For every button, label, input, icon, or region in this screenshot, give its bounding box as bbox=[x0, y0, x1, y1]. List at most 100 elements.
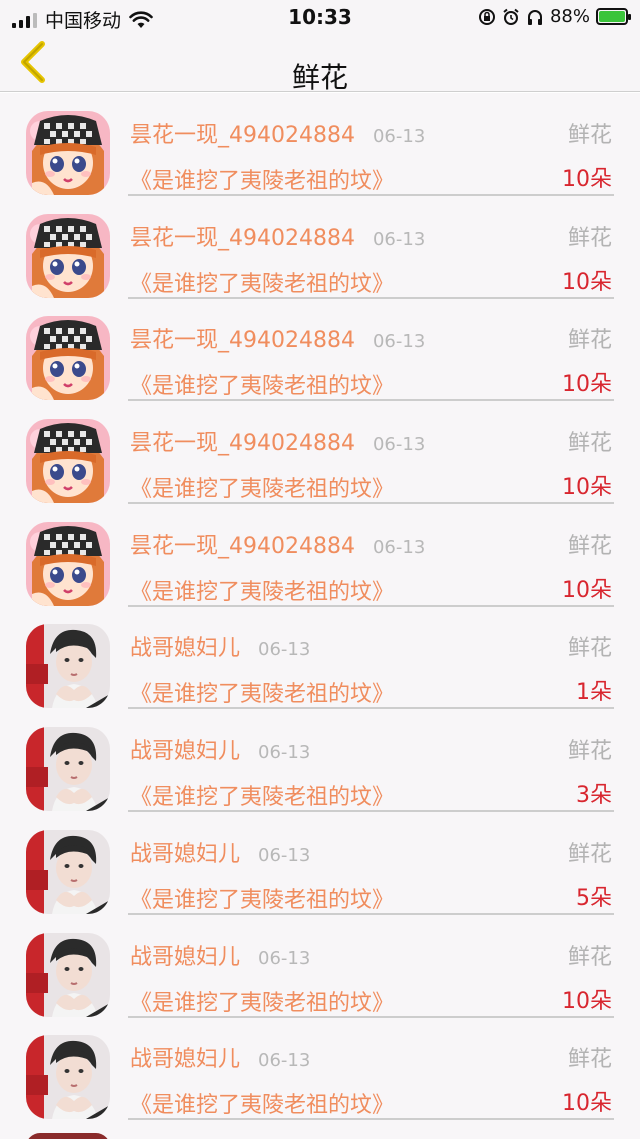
avatar[interactable] bbox=[26, 1035, 110, 1120]
book-title[interactable]: 《是谁挖了夷陵老祖的坟》 bbox=[130, 368, 394, 400]
gift-count: 10朵 bbox=[562, 988, 612, 1014]
gift-type: 鲜花 bbox=[567, 1047, 612, 1073]
gift-count: 3朵 bbox=[576, 783, 612, 809]
headphones-icon bbox=[527, 9, 542, 25]
avatar[interactable] bbox=[26, 624, 110, 709]
gift-type: 鲜花 bbox=[567, 123, 612, 148]
book-title[interactable]: 《是谁挖了夷陵老祖的坟》 bbox=[130, 985, 394, 1017]
photo-man-avatar-image bbox=[26, 624, 110, 709]
sender-name-text: 昙花一现_494024884 bbox=[130, 328, 355, 354]
gift-date: 06-13 bbox=[258, 947, 311, 969]
sender-name: 昙花一现_494024884 06-13 bbox=[130, 322, 425, 354]
photo-man-avatar-image bbox=[26, 727, 110, 812]
gift-type: 鲜花 bbox=[567, 328, 612, 354]
sender-name: 战哥媳妇儿 06-13 bbox=[130, 836, 310, 868]
sender-name: 昙花一现_494024884 06-13 bbox=[130, 425, 425, 457]
gift-date: 06-13 bbox=[258, 742, 311, 764]
alarm-icon bbox=[503, 8, 519, 25]
photo-man-avatar-image bbox=[26, 932, 110, 1017]
gift-date: 06-13 bbox=[258, 1050, 311, 1072]
gift-date: 06-13 bbox=[372, 536, 426, 558]
sender-name-text: 战哥媳妇儿 bbox=[130, 636, 241, 662]
avatar[interactable] bbox=[26, 829, 110, 914]
sender-name: 昙花一现_494024884 06-13 bbox=[130, 528, 425, 560]
gift-count: 10朵 bbox=[562, 269, 612, 295]
gift-date: 06-13 bbox=[372, 126, 426, 147]
gift-type: 鲜花 bbox=[567, 225, 612, 251]
list-item[interactable]: 昙花一现_494024884 06-13 鲜花 《是谁挖了夷陵老祖的坟》 10朵 bbox=[0, 298, 640, 402]
sender-name-text: 昙花一现_494024884 bbox=[130, 123, 355, 148]
gift-count: 1朵 bbox=[576, 680, 612, 706]
book-title[interactable]: 《是谁挖了夷陵老祖的坟》 bbox=[130, 676, 394, 708]
gift-date: 06-13 bbox=[258, 639, 311, 661]
list-item[interactable]: 战哥媳妇儿 06-13 鲜花 《是谁挖了夷陵老祖的坟》 1朵 bbox=[0, 606, 640, 710]
book-title[interactable]: 《是谁挖了夷陵老祖的坟》 bbox=[130, 779, 394, 811]
avatar[interactable] bbox=[26, 932, 110, 1017]
gift-date: 06-13 bbox=[372, 228, 426, 250]
status-bar: 中国移动 10:33 88% bbox=[0, 0, 640, 34]
gift-count: 10朵 bbox=[562, 372, 612, 398]
sender-name: 战哥媳妇儿 06-13 bbox=[130, 630, 310, 662]
anime-girl-avatar-image bbox=[26, 419, 110, 504]
list-item[interactable]: 战哥媳妇儿 06-13 鲜花 《是谁挖了夷陵老祖的坟》 3朵 bbox=[0, 709, 640, 813]
sender-name: 战哥媳妇儿 06-13 bbox=[130, 733, 310, 765]
gift-type: 鲜花 bbox=[567, 636, 612, 662]
book-title[interactable]: 《是谁挖了夷陵老祖的坟》 bbox=[130, 1087, 394, 1119]
list-item[interactable]: 战哥媳妇儿 06-13 鲜花 《是谁挖了夷陵老祖的坟》 5朵 bbox=[0, 812, 640, 915]
avatar[interactable] bbox=[26, 521, 110, 606]
gift-type: 鲜花 bbox=[567, 739, 612, 765]
navigation-bar: 鲜花 bbox=[0, 34, 640, 94]
gift-date: 06-13 bbox=[372, 331, 426, 353]
gift-count: 10朵 bbox=[562, 1091, 612, 1117]
book-title[interactable]: 《是谁挖了夷陵老祖的坟》 bbox=[130, 882, 394, 914]
partial-avatar bbox=[26, 1133, 110, 1139]
anime-girl-avatar-image bbox=[26, 213, 110, 298]
sender-name-text: 战哥媳妇儿 bbox=[130, 841, 241, 867]
gift-type: 鲜花 bbox=[567, 431, 612, 457]
rotation-lock-icon bbox=[478, 8, 495, 25]
sender-name-text: 昙花一现_494024884 bbox=[130, 225, 355, 251]
flower-record-list[interactable]: 昙花一现_494024884 06-13 鲜花 《是谁挖了夷陵老祖的坟》 10朵 … bbox=[0, 93, 640, 1139]
sender-name: 昙花一现_494024884 06-13 bbox=[130, 117, 425, 149]
gift-count: 10朵 bbox=[562, 167, 612, 192]
anime-girl-avatar-image bbox=[26, 316, 110, 401]
battery-percent: 88% bbox=[549, 6, 590, 27]
anime-girl-avatar-image bbox=[26, 521, 110, 606]
list-item[interactable]: 战哥媳妇儿 06-13 鲜花 《是谁挖了夷陵老祖的坟》 10朵 bbox=[0, 915, 640, 1018]
avatar[interactable] bbox=[26, 727, 110, 812]
gift-count: 10朵 bbox=[562, 475, 612, 501]
sender-name-text: 战哥媳妇儿 bbox=[130, 739, 241, 765]
sender-name-text: 昙花一现_494024884 bbox=[130, 533, 355, 559]
list-item[interactable]: 昙花一现_494024884 06-13 鲜花 《是谁挖了夷陵老祖的坟》 10朵 bbox=[0, 401, 640, 505]
avatar[interactable] bbox=[26, 419, 110, 504]
sender-name: 战哥媳妇儿 06-13 bbox=[130, 939, 310, 971]
avatar[interactable] bbox=[26, 316, 110, 401]
photo-man-avatar-image bbox=[26, 1035, 110, 1120]
list-item[interactable]: 昙花一现_494024884 06-13 鲜花 《是谁挖了夷陵老祖的坟》 10朵 bbox=[0, 196, 640, 299]
gift-count: 5朵 bbox=[576, 885, 612, 911]
avatar[interactable] bbox=[26, 213, 110, 298]
gift-count: 10朵 bbox=[562, 577, 612, 603]
sender-name: 昙花一现_494024884 06-13 bbox=[130, 220, 425, 252]
gift-date: 06-13 bbox=[258, 844, 311, 866]
list-item[interactable]: 昙花一现_494024884 06-13 鲜花 《是谁挖了夷陵老祖的坟》 10朵 bbox=[0, 93, 640, 196]
page-title: 鲜花 bbox=[291, 61, 348, 94]
sender-name-text: 战哥媳妇儿 bbox=[130, 944, 241, 970]
avatar[interactable] bbox=[26, 111, 110, 195]
gift-date: 06-13 bbox=[372, 434, 426, 456]
list-item[interactable]: 战哥媳妇儿 06-13 鲜花 《是谁挖了夷陵老祖的坟》 10朵 bbox=[0, 1017, 640, 1121]
sender-name: 战哥媳妇儿 06-13 bbox=[130, 1041, 310, 1073]
book-title[interactable]: 《是谁挖了夷陵老祖的坟》 bbox=[130, 471, 394, 503]
sender-name-text: 战哥媳妇儿 bbox=[130, 1047, 241, 1073]
list-item[interactable]: 昙花一现_494024884 06-13 鲜花 《是谁挖了夷陵老祖的坟》 10朵 bbox=[0, 504, 640, 607]
sender-name-text: 昙花一现_494024884 bbox=[130, 431, 355, 457]
book-title[interactable]: 《是谁挖了夷陵老祖的坟》 bbox=[130, 574, 394, 606]
photo-man-avatar-image bbox=[26, 829, 110, 914]
book-title[interactable]: 《是谁挖了夷陵老祖的坟》 bbox=[130, 266, 394, 298]
battery-icon bbox=[596, 8, 631, 25]
status-right: 88% bbox=[478, 6, 631, 27]
gift-type: 鲜花 bbox=[567, 944, 612, 970]
row-divider bbox=[128, 1118, 614, 1121]
anime-girl-avatar-image bbox=[26, 111, 110, 195]
book-title[interactable]: 《是谁挖了夷陵老祖的坟》 bbox=[130, 163, 394, 195]
